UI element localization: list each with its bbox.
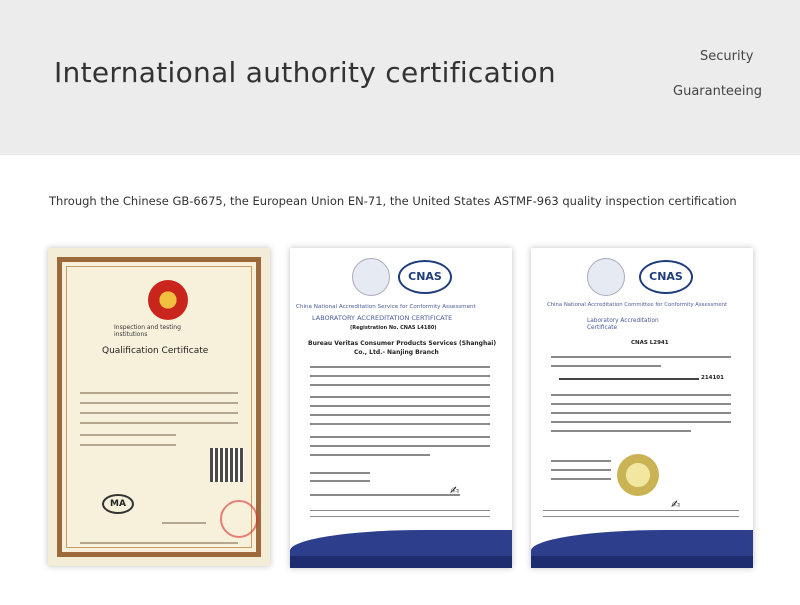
text-line: [551, 460, 611, 462]
red-seal-icon: [220, 500, 258, 538]
text-line: [310, 414, 490, 416]
gold-seal-icon: [617, 454, 659, 496]
header-banner: International authority certification Se…: [0, 0, 800, 155]
text-line: [543, 510, 739, 511]
address-number: 214101: [701, 375, 724, 381]
text-line: [543, 516, 739, 517]
cnas-laboratory-certificate-image: CNAS China National Accreditation Servic…: [290, 248, 512, 568]
text-line: [310, 494, 460, 496]
cnas-chinese-certificate-image: CNAS China National Accreditation Commit…: [531, 248, 753, 568]
page-title: International authority certification: [54, 56, 556, 89]
text-line: [551, 469, 611, 471]
text-line: [310, 384, 490, 386]
text-line: [310, 472, 370, 474]
text-line: [551, 421, 731, 423]
qualification-certificate-image: Inspection and testing institutions Qual…: [48, 248, 270, 566]
text-line: [310, 405, 490, 407]
ilac-mra-logo-icon: [587, 258, 625, 296]
text-line: [551, 430, 691, 432]
cnas-registration-number: CNAS L2941: [631, 340, 669, 346]
certificate-frame: Inspection and testing institutions Qual…: [57, 257, 261, 557]
institution-label: Inspection and testing institutions: [114, 324, 181, 338]
blue-wave-decoration-bottom: [531, 556, 753, 568]
text-line: [310, 516, 490, 517]
ilac-mra-logo-icon: [352, 258, 390, 296]
national-emblem-icon: [148, 280, 188, 320]
qualification-certificate-title: Qualification Certificate: [102, 346, 209, 356]
organization-line-2: Co., Ltd.- Nanjing Branch: [354, 349, 439, 356]
text-line: [310, 366, 490, 368]
qr-code-icon: [210, 448, 244, 482]
text-line: [551, 394, 731, 396]
blue-wave-decoration: [531, 530, 753, 556]
committee-line: China National Accreditation Committee f…: [547, 302, 728, 308]
lab-accreditation-line-2: Certificate: [587, 325, 618, 331]
text-line: [162, 522, 206, 524]
text-line: [310, 454, 430, 456]
text-line: [551, 365, 661, 367]
text-line: [551, 356, 731, 358]
side-label-guaranteeing: Guaranteeing: [673, 84, 763, 99]
registration-number: (Registration No. CNAS L4180): [350, 325, 437, 331]
text-line: [551, 478, 611, 480]
text-line: [310, 436, 490, 438]
service-line: China National Accreditation Service for…: [296, 304, 476, 310]
blue-wave-decoration-bottom: [290, 556, 512, 568]
cnas-logo-icon: CNAS: [398, 260, 452, 294]
text-line: [310, 480, 370, 482]
text-line: [80, 392, 238, 394]
certification-description: Through the Chinese GB-6675, the Europea…: [49, 194, 737, 208]
ma-mark-icon: MA: [102, 494, 134, 514]
certificate-title: LABORATORY ACCREDITATION CERTIFICATE: [312, 314, 453, 322]
side-label-security: Security: [700, 49, 754, 64]
text-line: [551, 412, 731, 414]
text-line: [310, 375, 490, 377]
text-line: [80, 412, 238, 414]
organization-line-1: Bureau Veritas Consumer Products Service…: [308, 340, 497, 347]
text-line: [559, 378, 699, 380]
text-line: [80, 444, 176, 446]
lab-accreditation-line-1: Laboratory Accreditation: [587, 318, 659, 324]
text-line: [80, 542, 238, 544]
text-line: [80, 422, 238, 424]
text-line: [80, 434, 176, 436]
text-line: [551, 403, 731, 405]
text-line: [310, 423, 490, 425]
blue-wave-decoration: [290, 530, 512, 556]
text-line: [310, 445, 490, 447]
text-line: [80, 402, 238, 404]
cnas-logo-icon: CNAS: [639, 260, 693, 294]
text-line: [310, 510, 490, 511]
text-line: [310, 396, 490, 398]
